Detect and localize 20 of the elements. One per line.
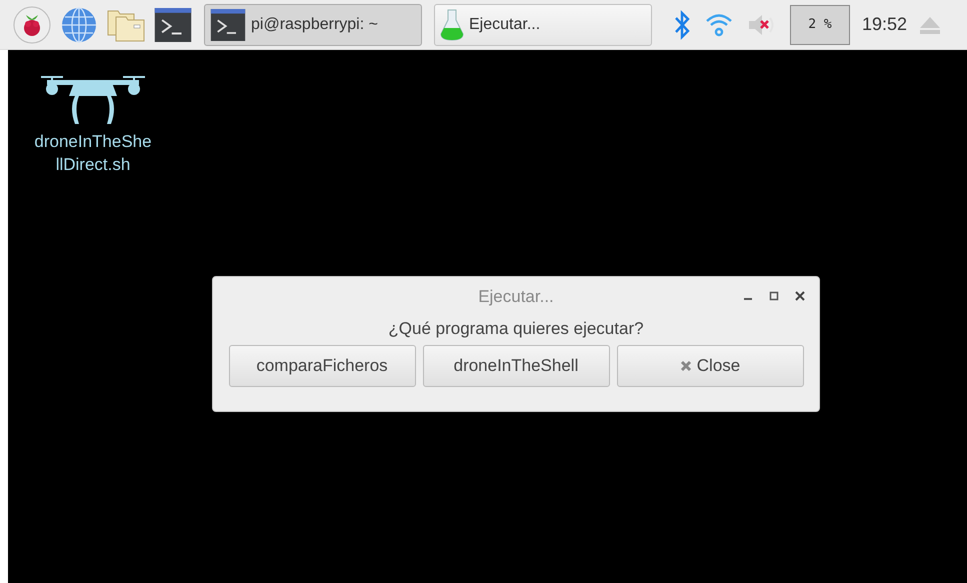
dialog-button[interactable]: comparaFicheros xyxy=(228,345,416,387)
globe-icon[interactable] xyxy=(60,6,98,44)
window-title: Ejecutar... xyxy=(478,287,554,307)
dialog-button[interactable]: droneInTheShell xyxy=(422,345,610,387)
dialog-message: ¿Qué programa quieres ejecutar? xyxy=(388,319,644,339)
maximize-icon[interactable] xyxy=(769,291,779,301)
close-icon[interactable] xyxy=(795,291,805,301)
file-name: droneInTheShe xyxy=(34,131,152,153)
cpu-usage: 2 % xyxy=(808,17,832,32)
close-icon xyxy=(680,360,692,372)
taskbar-button[interactable]: Ejecutar... xyxy=(434,4,652,46)
terminal-icon[interactable] xyxy=(209,8,247,40)
bluetooth-icon[interactable] xyxy=(672,8,692,40)
raspberry-icon[interactable] xyxy=(12,4,52,44)
terminal-icon[interactable] xyxy=(154,8,192,42)
file-name: llDirect.sh xyxy=(56,154,130,176)
flask-icon xyxy=(439,8,465,42)
clock[interactable]: 19:52 xyxy=(862,14,908,35)
dialog-button[interactable]: Close xyxy=(616,345,804,387)
taskbar-button[interactable]: pi@raspberrypi: ~ xyxy=(204,4,422,46)
